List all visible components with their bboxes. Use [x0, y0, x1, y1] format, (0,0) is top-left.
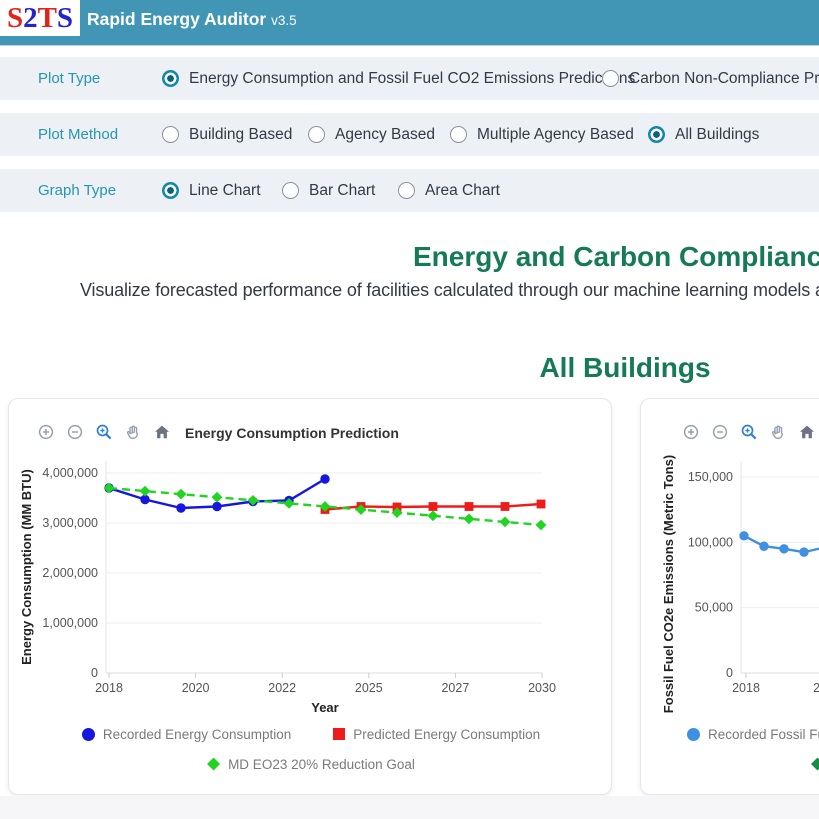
svg-text:0: 0 [726, 666, 733, 680]
legend-row: Recorded Fossil Fuel CO2e Emissions [641, 721, 819, 747]
radio-label: Carbon Non-Compliance Projections [629, 70, 819, 88]
logo-letter: S [57, 2, 73, 35]
page-title: Energy and Carbon Compliance [413, 241, 819, 273]
radio-unselected-icon [282, 182, 299, 199]
svg-text:2020: 2020 [182, 681, 210, 695]
radio-selected-icon [648, 126, 665, 143]
radio-bar-chart[interactable]: Bar Chart [282, 169, 375, 212]
legend-item[interactable]: Recorded Energy Consumption [82, 727, 291, 742]
radio-unselected-icon [398, 182, 415, 199]
radio-energy-co2-predictions[interactable]: Energy Consumption and Fossil Fuel CO2 E… [162, 57, 635, 100]
radio-unselected-icon [162, 126, 179, 143]
circle-legend-marker-icon [687, 728, 700, 741]
svg-text:2018: 2018 [732, 681, 760, 695]
legend-item[interactable]: Recorded Fossil Fuel CO2e Emissions [687, 727, 819, 742]
svg-text:100,000: 100,000 [688, 535, 733, 549]
app-title: Rapid Energy Auditor v3.5 [87, 9, 297, 30]
radio-label: Building Based [189, 126, 292, 144]
radio-selected-icon [162, 70, 179, 87]
radio-selected-icon [162, 182, 179, 199]
legend-row: MD EO23 20% Reduction Goal [641, 751, 819, 777]
square-legend-marker-icon [333, 728, 345, 740]
energy-consumption-chart-card: Energy Consumption Prediction 01,000,000… [8, 398, 612, 795]
svg-text:2018: 2018 [95, 681, 123, 695]
svg-text:2,000,000: 2,000,000 [42, 566, 98, 580]
plot-type-label: Plot Type [38, 57, 100, 100]
diamond-legend-marker-icon [811, 758, 819, 771]
radio-line-chart[interactable]: Line Chart [162, 169, 261, 212]
legend-item[interactable]: MD EO23 20% Reduction Goal [207, 757, 415, 772]
circle-legend-marker-icon [82, 728, 95, 741]
radio-label: All Buildings [675, 126, 759, 144]
svg-text:150,000: 150,000 [688, 470, 733, 484]
svg-text:50,000: 50,000 [695, 601, 733, 615]
radio-area-chart[interactable]: Area Chart [398, 169, 500, 212]
graph-type-label: Graph Type [38, 169, 116, 212]
series-recorded-fossil-fuel-co2e-emissions [739, 531, 819, 557]
svg-text:Fossil Fuel CO2e Emissions (Me: Fossil Fuel CO2e Emissions (Metric Tons) [661, 455, 676, 713]
radio-all-buildings[interactable]: All Buildings [648, 113, 759, 156]
radio-unselected-icon [308, 126, 325, 143]
legend-label: Recorded Energy Consumption [103, 727, 291, 742]
radio-label: Bar Chart [309, 182, 375, 200]
radio-label: Energy Consumption and Fossil Fuel CO2 E… [189, 70, 635, 88]
radio-label: Area Chart [425, 182, 500, 200]
logo-letter: 2 [23, 2, 38, 35]
radio-carbon-non-compliance[interactable]: Carbon Non-Compliance Projections [602, 57, 819, 100]
legend-label: Predicted Energy Consumption [353, 727, 540, 742]
svg-text:2022: 2022 [268, 681, 296, 695]
svg-text:1,000,000: 1,000,000 [42, 616, 98, 630]
co2-emissions-chart-card: Fossil Fuel CO2e Emissions Prediction 05… [640, 398, 819, 795]
legend-row: MD EO23 20% Reduction Goal [9, 751, 613, 777]
section-title: All Buildings [0, 352, 819, 384]
svg-text:4,000,000: 4,000,000 [42, 466, 98, 480]
app-root: S2TS Rapid Energy Auditor v3.5 Plot Type… [0, 0, 819, 819]
graph-type-row: Graph Type Line Chart Bar Chart Area Cha… [0, 169, 819, 212]
radio-label: Multiple Agency Based [477, 126, 634, 144]
radio-unselected-icon [602, 70, 619, 87]
legend-item[interactable]: MD EO23 20% Reduction Goal [811, 757, 819, 772]
logo-letter: T [38, 2, 57, 35]
page-subtitle: Visualize forecasted performance of faci… [80, 280, 819, 301]
svg-text:2025: 2025 [355, 681, 383, 695]
app-header: S2TS Rapid Energy Auditor v3.5 [0, 0, 819, 46]
radio-agency-based[interactable]: Agency Based [308, 113, 435, 156]
legend-label: Recorded Fossil Fuel CO2e Emissions [708, 727, 819, 742]
svg-text:2022: 2022 [813, 681, 819, 695]
legend-row: Recorded Energy Consumption Predicted Ene… [9, 721, 613, 747]
legend-label: MD EO23 20% Reduction Goal [228, 757, 415, 772]
radio-label: Line Chart [189, 182, 261, 200]
plot-method-row: Plot Method Building Based Agency Based … [0, 113, 819, 156]
plot-method-label: Plot Method [38, 113, 118, 156]
svg-text:Year: Year [311, 700, 338, 715]
radio-multiple-agency-based[interactable]: Multiple Agency Based [450, 113, 634, 156]
svg-text:2030: 2030 [528, 681, 556, 695]
svg-text:2027: 2027 [441, 681, 469, 695]
radio-unselected-icon [450, 126, 467, 143]
legend-item[interactable]: Predicted Energy Consumption [333, 727, 540, 742]
radio-building-based[interactable]: Building Based [162, 113, 292, 156]
plot-type-row: Plot Type Energy Consumption and Fossil … [0, 57, 819, 100]
app-title-text: Rapid Energy Auditor [87, 9, 266, 29]
page-bottom-background [0, 796, 819, 819]
chart-legend: Recorded Energy Consumption Predicted Ene… [9, 721, 613, 777]
app-version: v3.5 [271, 13, 297, 28]
svg-text:Energy Consumption (MM BTU): Energy Consumption (MM BTU) [19, 469, 34, 665]
svg-text:3,000,000: 3,000,000 [42, 516, 98, 530]
logo: S2TS [0, 0, 80, 36]
chart-legend: Recorded Fossil Fuel CO2e Emissions MD EO… [641, 721, 819, 777]
diamond-legend-marker-icon [207, 758, 220, 771]
logo-letter: S [7, 2, 23, 35]
radio-label: Agency Based [335, 126, 435, 144]
svg-text:0: 0 [91, 666, 98, 680]
